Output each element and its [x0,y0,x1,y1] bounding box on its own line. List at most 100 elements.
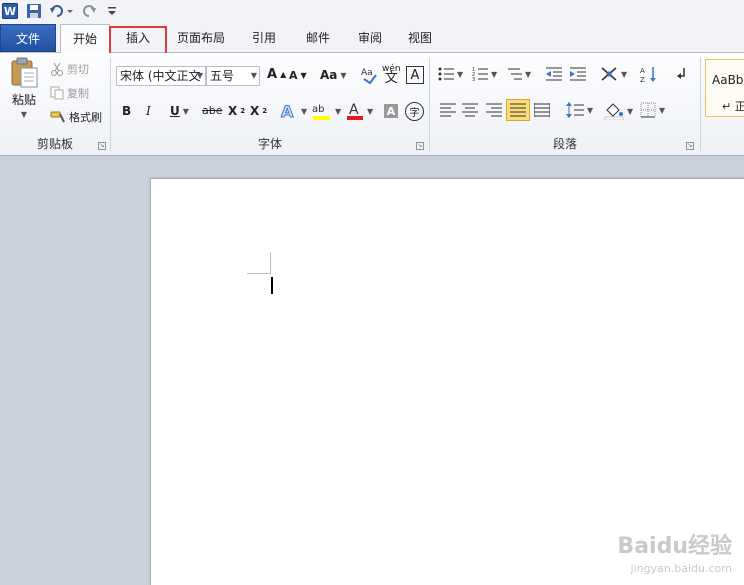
svg-text:Z: Z [640,76,645,83]
font-dialog-launcher-icon[interactable]: ↘ [416,142,424,150]
multilevel-list-icon [508,68,522,80]
distributed-icon [534,103,550,117]
svg-text:A: A [640,67,645,75]
style-name: ↵ 正 [722,100,744,113]
font-color-button[interactable]: A ▼ [346,101,373,121]
superscript-icon: X [250,104,260,118]
align-right-button[interactable] [486,103,502,117]
numbering-button[interactable]: 1 2 3 ▼ [472,67,497,81]
underline-button[interactable]: U ▼ [170,104,189,118]
highlighter-icon: ab [312,104,330,120]
align-center-icon [462,103,478,117]
enclose-characters-button[interactable]: 字 [405,102,424,121]
strikethrough-button[interactable]: abe [202,104,223,117]
shrink-font-icon: A [289,69,298,82]
font-size-select[interactable]: 五号 ▼ [206,66,260,86]
grow-font-icon: A [267,67,278,82]
bullets-button[interactable]: ▼ [438,67,463,81]
justify-icon [510,103,526,117]
style-gallery-item-normal[interactable]: AaBb ↵ 正 [705,59,744,117]
paragraph-group-label: 段落 [552,137,577,151]
paste-icon [11,57,38,88]
tab-references[interactable]: 引用 [242,24,286,52]
borders-button[interactable]: ▼ [640,102,665,118]
line-spacing-button[interactable]: ▼ [566,102,593,118]
save-icon[interactable] [26,3,42,19]
svg-text:Aa: Aa [361,68,373,78]
italic-button[interactable]: I [146,104,151,118]
character-shading-icon: A [386,104,396,118]
svg-text:A: A [349,102,359,118]
svg-text:A: A [281,102,294,121]
shading-button[interactable]: ▼ [604,102,633,120]
insert-tab-highlight [109,26,167,55]
superscript-button[interactable]: X2 [250,104,267,118]
paste-button[interactable]: 粘贴 ▼ [6,57,42,119]
text-effects-button[interactable]: A ▼ [280,101,308,122]
bold-icon: B [122,104,132,118]
numbering-icon: 123 [472,67,488,81]
font-color-icon: A [347,102,363,120]
paint-bucket-icon [604,103,624,120]
show-paragraph-marks-button[interactable] [676,66,688,82]
underline-icon: U [170,104,180,118]
phonetic-guide-button[interactable]: wén 文 [382,64,401,85]
bold-button[interactable]: B [122,104,131,118]
shrink-font-button[interactable]: A ▼ [289,69,307,82]
multilevel-list-button[interactable]: ▼ [506,67,531,81]
tab-page-layout[interactable]: 页面布局 [170,24,232,52]
decrease-indent-button[interactable] [546,67,562,81]
word-app-icon[interactable]: W [2,3,18,19]
character-border-icon: A [410,67,420,83]
ribbon-home: 粘贴 ▼ 剪切 复制 格式刷 剪贴板 ↘ 宋体 (中文正文 ▼ 五号 ▼ A ▲ … [0,53,744,156]
sort-button[interactable]: AZ [640,65,658,83]
strikethrough-icon: abe [202,104,223,117]
enclose-characters-icon: 字 [409,108,420,119]
clipboard-group-label: 剪贴板 [36,137,73,151]
paste-dropdown-icon[interactable]: ▼ [21,110,27,119]
bullets-icon [438,67,454,81]
margin-corner-mark [270,252,271,274]
customize-toolbar-icon[interactable] [106,3,118,19]
clear-formatting-icon: Aa [361,68,377,85]
tab-home[interactable]: 开始 [60,24,110,53]
tab-mailings[interactable]: 邮件 [296,24,340,52]
character-shading-button[interactable]: A [384,104,398,118]
character-border-button[interactable]: A [406,66,424,84]
tab-file[interactable]: 文件 [0,24,56,52]
redo-icon[interactable] [82,3,98,19]
clear-formatting-button[interactable]: Aa [360,65,378,85]
style-preview: AaBb [712,73,744,87]
document-page[interactable] [150,178,744,585]
undo-icon[interactable] [49,3,75,19]
align-center-button[interactable] [462,103,478,117]
borders-icon [640,102,656,118]
tab-view[interactable]: 视图 [398,24,442,52]
copy-button[interactable]: 复制 [50,85,89,101]
align-right-icon [486,103,502,117]
cut-button[interactable]: 剪切 [50,61,89,77]
increase-indent-button[interactable] [570,67,586,81]
subscript-icon: X [228,104,238,118]
format-painter-button[interactable]: 格式刷 [50,109,102,125]
grow-font-button[interactable]: A ▲ [267,67,286,82]
paragraph-dialog-launcher-icon[interactable]: ↘ [686,142,694,150]
quick-access-toolbar: W [0,0,744,24]
text-effects-icon: A [281,102,295,122]
watermark-logo: Baidu经验 jingyan.baidu.com [617,534,732,576]
font-name-select[interactable]: 宋体 (中文正文 ▼ [116,66,206,86]
svg-text:3: 3 [472,77,475,81]
subscript-button[interactable]: X2 [228,104,245,118]
clipboard-dialog-launcher-icon[interactable]: ↘ [98,142,106,150]
sort-icon: AZ [640,67,656,83]
svg-text:ab: ab [312,104,324,115]
align-left-button[interactable] [440,103,456,117]
change-case-button[interactable]: Aa ▼ [320,68,347,82]
decrease-indent-icon [546,67,562,81]
italic-icon: I [146,104,151,118]
distributed-button[interactable] [534,103,550,117]
justify-button[interactable] [506,99,530,121]
highlight-color-button[interactable]: ab ▼ [312,101,341,121]
tab-review[interactable]: 审阅 [348,24,392,52]
chinese-layout-button[interactable]: ▼ [600,66,627,82]
